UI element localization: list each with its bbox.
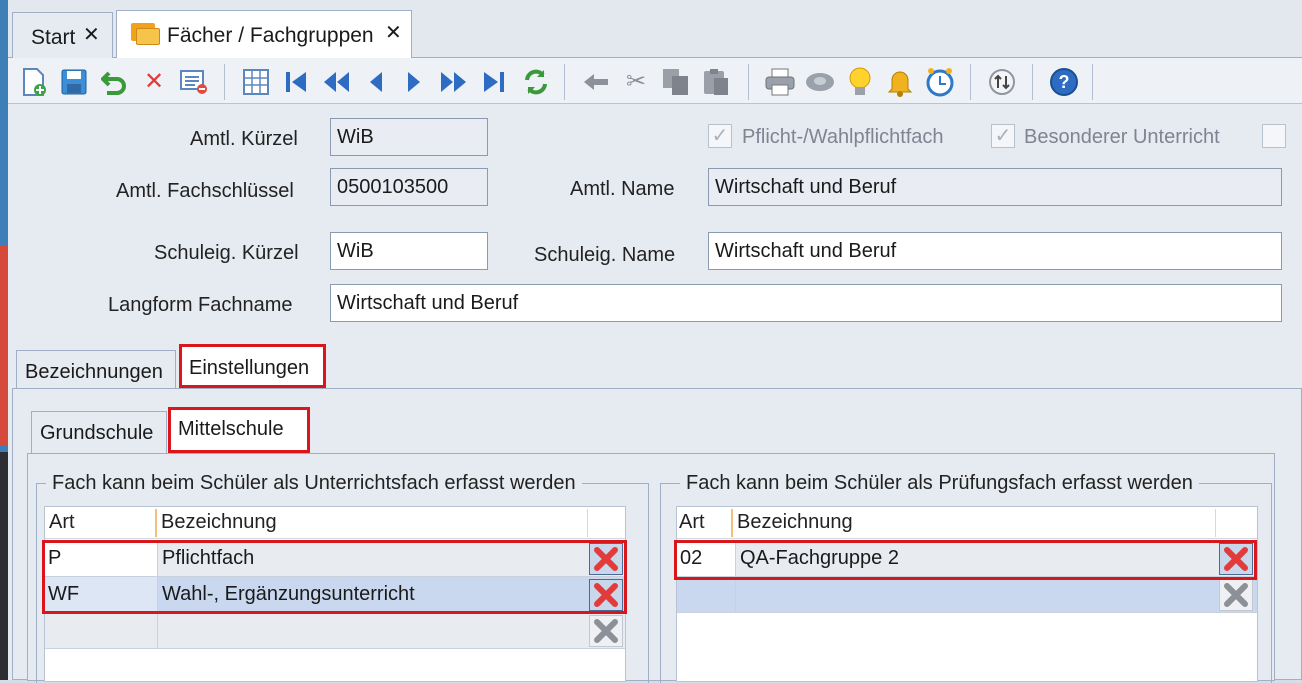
alarm-clock-icon[interactable] [924,66,956,98]
delete-row-button[interactable] [1219,579,1253,611]
sort-settings-icon[interactable] [986,66,1018,98]
tab-faecher[interactable]: Fächer / Fachgruppen ✕ [116,10,412,59]
amtl-name-field[interactable]: Wirtschaft und Beruf [708,168,1282,206]
desktop-edge [0,0,8,680]
bezeichnung-cell[interactable]: Pflichtfach [159,541,585,576]
amtl-fachschluessel-field[interactable]: 0500103500 [330,168,488,206]
delete-icon [594,583,618,607]
art-cell[interactable]: WF [45,577,157,612]
print-icon[interactable] [764,66,796,98]
pflicht-label: Pflicht-/Wahlpflichtfach [742,126,944,148]
delete-icon [594,547,618,571]
table-row[interactable]: WF Wahl-, Ergänzungsunterricht [45,577,625,613]
undo-icon[interactable] [98,66,130,98]
schuleig-kuerzel-field[interactable]: WiB [330,232,488,270]
help-icon[interactable]: ? [1048,66,1080,98]
fast-back-icon[interactable] [320,66,352,98]
delete-row-button[interactable] [589,615,623,647]
delete-row-button[interactable] [1219,543,1253,575]
lightbulb-icon[interactable] [844,66,876,98]
langform-field[interactable]: Wirtschaft und Beruf [330,284,1282,322]
tab-einstellungen[interactable]: Einstellungen [180,344,326,392]
close-icon[interactable]: ✕ [83,22,100,47]
amtl-fachschluessel-label: Amtl. Fachschlüssel [116,180,294,202]
grid-header: Art Bezeichnung [45,507,625,539]
table-view-icon[interactable] [240,66,272,98]
delete-icon [1224,583,1248,607]
delete-row-button[interactable] [589,579,623,611]
pruefungsfach-group-title: Fach kann beim Schüler als Prüfungsfach … [680,472,1199,495]
close-icon[interactable]: ✕ [385,20,402,45]
svg-text:?: ? [1059,72,1070,92]
tab-start[interactable]: Start ✕ [12,12,113,59]
langform-label: Langform Fachname [108,294,293,316]
art-cell[interactable]: P [45,541,157,576]
amtl-name-label: Amtl. Name [570,178,675,200]
table-row[interactable]: P Pflichtfach [45,541,625,577]
copy-icon[interactable] [660,66,692,98]
table-row-new[interactable] [45,613,625,649]
delete-icon [594,619,618,643]
fast-forward-icon[interactable] [438,66,470,98]
table-row[interactable]: 02 QA-Fachgruppe 2 [677,541,1257,577]
tab-bezeichnungen[interactable]: Bezeichnungen [16,350,176,392]
tab-start-label: Start [31,26,76,49]
extra-checkbox[interactable] [1262,124,1286,148]
art-cell[interactable] [45,613,157,648]
save-icon[interactable] [58,66,90,98]
delete-icon[interactable]: ✕ [138,66,170,98]
pflicht-checkbox[interactable]: ✓ [708,124,732,148]
grid-header: Art Bezeichnung [677,507,1257,539]
paste-icon[interactable] [700,66,732,98]
bezeichnung-cell[interactable]: QA-Fachgruppe 2 [737,541,1215,576]
einstellungen-panel: Grundschule Mittelschule Fach kann beim … [12,388,1302,683]
art-cell[interactable] [677,577,735,612]
delete-row-button[interactable] [589,543,623,575]
tab-grundschule[interactable]: Grundschule [31,411,167,453]
document-tab-bar: Start ✕ Fächer / Fachgruppen ✕ [8,0,1302,59]
bell-icon[interactable] [884,66,916,98]
tab-mittelschule[interactable]: Mittelschule [169,407,309,453]
unterrichtsfach-group-title: Fach kann beim Schüler als Unterrichtsfa… [46,472,582,495]
schuleig-name-label: Schuleig. Name [534,244,676,266]
column-art[interactable]: Art [679,511,705,534]
table-row-new[interactable] [677,577,1257,613]
first-record-icon[interactable] [280,66,312,98]
bezeichnung-cell[interactable]: Wahl-, Ergänzungsunterricht [159,577,585,612]
schuleig-kuerzel-label: Schuleig. Kürzel [154,242,299,264]
subject-form: Amtl. Kürzel WiB ✓ Pflicht-/Wahlpflichtf… [8,104,1302,683]
schuleig-name-field[interactable]: Wirtschaft und Beruf [708,232,1282,270]
unterrichtsfach-grid: Art Bezeichnung P Pflichtfach WF Wahl-, … [44,506,626,682]
amtl-kuerzel-field[interactable]: WiB [330,118,488,156]
pruefungsfach-grid: Art Bezeichnung 02 QA-Fachgruppe 2 [676,506,1258,682]
mittelschule-panel: Fach kann beim Schüler als Unterrichtsfa… [27,453,1275,683]
tab-faecher-label: Fächer / Fachgruppen [167,24,374,47]
besonderer-checkbox[interactable]: ✓ [991,124,1015,148]
previous-record-icon[interactable] [360,66,392,98]
amtl-kuerzel-label: Amtl. Kürzel [190,128,298,150]
art-cell[interactable]: 02 [677,541,735,576]
column-bezeichnung[interactable]: Bezeichnung [737,511,853,534]
new-record-icon[interactable] [18,66,50,98]
column-bezeichnung[interactable]: Bezeichnung [161,511,277,534]
last-record-icon[interactable] [478,66,510,98]
arrow-left-icon[interactable] [580,66,612,98]
list-remove-icon[interactable] [178,66,210,98]
column-art[interactable]: Art [49,511,75,534]
besonderer-label: Besonderer Unterricht [1024,126,1220,148]
refresh-icon[interactable] [520,66,552,98]
disk-icon[interactable] [804,66,836,98]
folder-icon [131,23,161,45]
application-window: Start ✕ Fächer / Fachgruppen ✕ ✕ ✂ ? Amt… [8,0,1302,683]
scissors-icon[interactable]: ✂ [620,66,652,98]
next-record-icon[interactable] [398,66,430,98]
delete-icon [1224,547,1248,571]
toolbar: ✕ ✂ ? [8,58,1302,104]
